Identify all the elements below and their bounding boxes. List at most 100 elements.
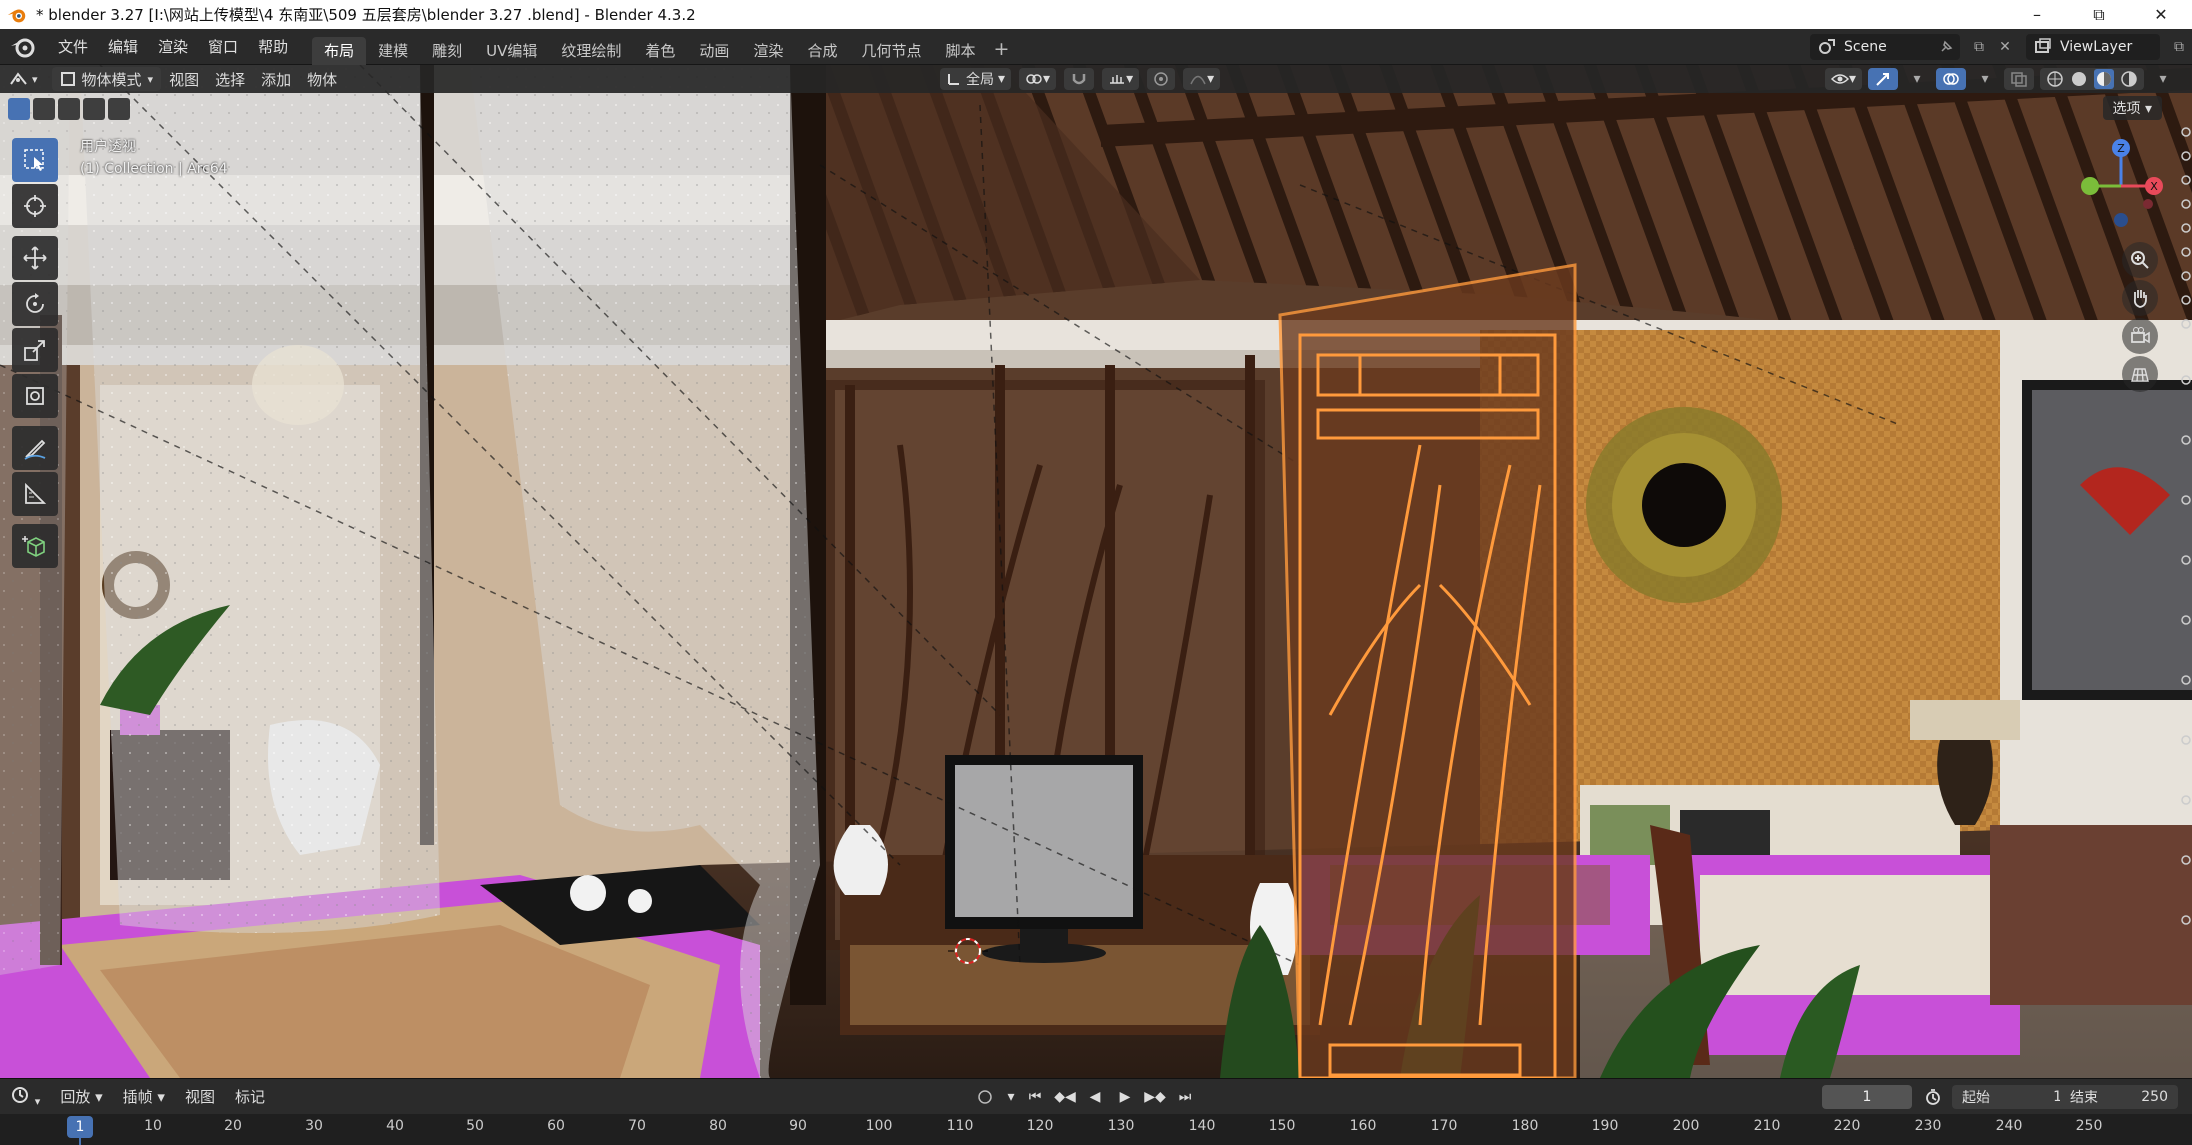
timeline-menu-playback[interactable]: 回放 ▾: [50, 1086, 112, 1107]
select-invert-icon[interactable]: [83, 98, 105, 120]
object-mode-icon: [60, 72, 75, 86]
transform-tool[interactable]: [12, 374, 58, 418]
pivot-point-dropdown[interactable]: ▾: [1019, 68, 1057, 90]
timeline-menu-view[interactable]: 视图: [175, 1086, 225, 1107]
gizmo-toggle[interactable]: [1868, 68, 1898, 90]
new-view-layer-icon[interactable]: ⧉: [2166, 34, 2192, 60]
maximize-button[interactable]: ⧉: [2068, 0, 2130, 29]
playback-timer-icon[interactable]: [1920, 1085, 1946, 1109]
perspective-toggle-button[interactable]: [2122, 356, 2158, 392]
cursor-tool[interactable]: [12, 184, 58, 228]
tab-rendering[interactable]: 渲染: [741, 37, 795, 65]
material-preview-shading-icon[interactable]: [2094, 69, 2114, 89]
move-tool[interactable]: [12, 236, 58, 280]
clock-icon: [12, 1086, 28, 1103]
tab-uv-editing[interactable]: UV编辑: [474, 37, 549, 65]
blender-menu-icon[interactable]: [8, 32, 38, 62]
navigation-gizmo[interactable]: Z X: [2076, 134, 2166, 234]
measure-tool[interactable]: [12, 472, 58, 516]
tab-shading[interactable]: 着色: [633, 37, 687, 65]
zoom-button[interactable]: [2122, 242, 2158, 278]
jump-end-button[interactable]: ⏭: [1172, 1085, 1198, 1109]
playhead[interactable]: 1: [67, 1116, 93, 1138]
solid-shading-icon[interactable]: [2070, 70, 2088, 88]
gizmo-y-axis[interactable]: [2081, 177, 2099, 195]
auto-keying-dropdown[interactable]: ▾: [1004, 1085, 1018, 1109]
viewport-menu-view[interactable]: 视图: [161, 67, 207, 91]
timeline-ruler[interactable]: 1 10 20 30 40 50 60 70 80 90 100 110 120 130 140 150 16…: [0, 1114, 2192, 1145]
visibility-dropdown[interactable]: ▾: [1824, 68, 1862, 90]
tab-layout[interactable]: 布局: [312, 36, 367, 65]
add-cube-tool[interactable]: [12, 524, 58, 568]
select-extend-icon[interactable]: [33, 98, 55, 120]
pin-icon[interactable]: [1938, 39, 1954, 55]
tab-modeling[interactable]: 建模: [366, 37, 420, 65]
rendered-shading-icon[interactable]: [2120, 70, 2138, 88]
select-new-icon[interactable]: [8, 98, 30, 120]
next-keyframe-button[interactable]: ▶◆: [1142, 1085, 1168, 1109]
select-box-tool[interactable]: [12, 138, 58, 182]
3d-viewport[interactable]: [0, 65, 2192, 1078]
viewport-menu-select[interactable]: 选择: [207, 67, 253, 91]
delete-scene-icon[interactable]: ✕: [1992, 34, 2018, 60]
close-button[interactable]: ✕: [2130, 0, 2192, 29]
pan-button[interactable]: [2122, 280, 2158, 316]
minimize-button[interactable]: –: [2006, 0, 2068, 29]
add-workspace-button[interactable]: +: [987, 38, 1015, 60]
scale-tool[interactable]: [12, 328, 58, 372]
camera-view-button[interactable]: [2122, 318, 2158, 354]
editor-type-button[interactable]: ▾: [0, 67, 46, 91]
timeline-editor-type[interactable]: ▾: [0, 1085, 50, 1109]
prev-keyframe-icon: ◆◀: [1054, 1089, 1076, 1105]
menu-render[interactable]: 渲染: [148, 29, 198, 65]
play-reverse-button[interactable]: ◀: [1082, 1085, 1108, 1109]
tab-geometry-nodes[interactable]: 几何节点: [849, 37, 933, 65]
prev-keyframe-button[interactable]: ◆◀: [1052, 1085, 1078, 1109]
annotate-tool[interactable]: [12, 426, 58, 470]
timeline-tick-label: 180: [1511, 1118, 1539, 1134]
snap-toggle[interactable]: [1064, 68, 1095, 90]
menu-edit[interactable]: 编辑: [98, 29, 148, 65]
menu-help[interactable]: 帮助: [248, 29, 298, 65]
timeline-menu-keying[interactable]: 插帧 ▾: [113, 1086, 175, 1107]
shading-modes: [2040, 68, 2144, 90]
current-frame-field[interactable]: 1: [1822, 1085, 1912, 1109]
new-scene-icon[interactable]: ⧉: [1966, 34, 1992, 60]
tab-animation[interactable]: 动画: [687, 37, 741, 65]
select-subtract-icon[interactable]: [58, 98, 80, 120]
frame-start-field[interactable]: 起始 1: [1952, 1085, 2072, 1109]
viewport-menu-object[interactable]: 物体: [299, 67, 345, 91]
playhead-line: [79, 1138, 81, 1145]
scene-selector[interactable]: Scene: [1810, 34, 1960, 60]
region-toggle-strip[interactable]: [2178, 120, 2192, 980]
left-toolbar: [12, 138, 60, 570]
tab-compositing[interactable]: 合成: [795, 37, 849, 65]
snap-target-dropdown[interactable]: ▾: [1102, 68, 1140, 90]
viewport-menu-add[interactable]: 添加: [253, 67, 299, 91]
shading-dropdown[interactable]: ▾: [2150, 66, 2176, 92]
overlays-toggle[interactable]: [1936, 68, 1966, 90]
timeline-menu-marker[interactable]: 标记: [225, 1086, 275, 1107]
proportional-editing-toggle[interactable]: [1147, 68, 1176, 90]
gizmo-dropdown[interactable]: ▾: [1904, 66, 1930, 92]
falloff-dropdown[interactable]: ▾: [1183, 68, 1221, 90]
xray-toggle[interactable]: [2004, 68, 2034, 90]
transform-orientation-dropdown[interactable]: 全局 ▾: [940, 68, 1012, 90]
select-intersect-icon[interactable]: [108, 98, 130, 120]
overlays-dropdown[interactable]: ▾: [1972, 66, 1998, 92]
frame-end-field[interactable]: 结束 250: [2060, 1085, 2178, 1109]
jump-start-button[interactable]: ⏮: [1022, 1085, 1048, 1109]
menu-file[interactable]: 文件: [48, 29, 98, 65]
timeline-tick-label: 30: [305, 1118, 323, 1134]
wireframe-shading-icon[interactable]: [2046, 70, 2064, 88]
tab-sculpting[interactable]: 雕刻: [420, 37, 474, 65]
auto-keying-button[interactable]: [970, 1085, 1000, 1109]
menu-window[interactable]: 窗口: [198, 29, 248, 65]
viewport-options-button[interactable]: 选项 ▾: [2102, 96, 2162, 120]
tab-scripting[interactable]: 脚本: [933, 37, 987, 65]
object-mode-dropdown[interactable]: 物体模式 ▾: [51, 67, 162, 91]
rotate-tool[interactable]: [12, 282, 58, 326]
view-layer-selector[interactable]: ViewLayer: [2026, 34, 2160, 60]
play-button[interactable]: ▶: [1112, 1085, 1138, 1109]
tab-texture-paint[interactable]: 纹理绘制: [549, 37, 633, 65]
